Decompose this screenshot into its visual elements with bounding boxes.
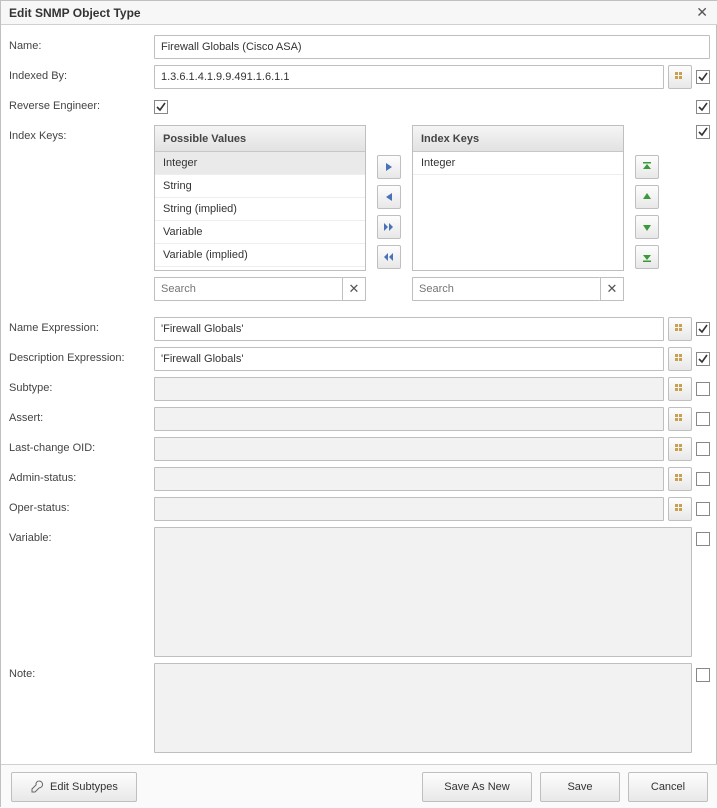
subtype-browse-button[interactable] — [668, 377, 692, 401]
oper-status-checkbox[interactable] — [696, 502, 710, 516]
window-title: Edit SNMP Object Type — [9, 6, 141, 20]
possible-values-search[interactable] — [154, 277, 342, 301]
name-label: Name: — [9, 35, 154, 52]
indexed-by-label: Indexed By: — [9, 65, 154, 82]
index-keys-panel: Index Keys Integer — [412, 125, 624, 271]
last-change-oid-field — [154, 437, 664, 461]
footer: Edit Subtypes Save As New Save Cancel — [1, 764, 717, 808]
last-change-oid-label: Last-change OID: — [9, 437, 154, 454]
admin-status-field — [154, 467, 664, 491]
note-checkbox[interactable] — [696, 668, 710, 682]
indexed-by-browse-button[interactable] — [668, 65, 692, 89]
index-keys-checkbox[interactable] — [696, 125, 710, 139]
move-left-button[interactable] — [377, 185, 401, 209]
list-item[interactable]: Integer — [413, 152, 623, 175]
list-item[interactable]: Variable — [155, 221, 365, 244]
index-keys-header: Index Keys — [413, 126, 623, 152]
move-top-button[interactable] — [635, 155, 659, 179]
list-item[interactable]: String (implied) — [155, 198, 365, 221]
name-field[interactable] — [154, 35, 710, 59]
description-expression-checkbox[interactable] — [696, 352, 710, 366]
name-expression-browse-button[interactable] — [668, 317, 692, 341]
clear-search-icon[interactable]: ✕ — [342, 277, 366, 301]
index-keys-search[interactable] — [412, 277, 600, 301]
last-change-oid-checkbox[interactable] — [696, 442, 710, 456]
move-up-button[interactable] — [635, 185, 659, 209]
indexed-by-checkbox[interactable] — [696, 70, 710, 84]
description-expression-label: Description Expression: — [9, 347, 154, 364]
index-keys-label: Index Keys: — [9, 125, 154, 142]
possible-values-panel: Possible Values Integer String String (i… — [154, 125, 366, 271]
close-icon[interactable]: ✕ — [692, 4, 712, 21]
note-field — [154, 663, 692, 753]
list-item[interactable]: Integer — [155, 152, 365, 175]
index-keys-list[interactable]: Integer — [413, 152, 623, 270]
note-label: Note: — [9, 663, 154, 680]
indexed-by-field[interactable] — [154, 65, 664, 89]
admin-status-label: Admin-status: — [9, 467, 154, 484]
assert-browse-button[interactable] — [668, 407, 692, 431]
subtype-field — [154, 377, 664, 401]
admin-status-browse-button[interactable] — [668, 467, 692, 491]
assert-field — [154, 407, 664, 431]
name-expression-field[interactable] — [154, 317, 664, 341]
list-item[interactable]: Variable (implied) — [155, 244, 365, 267]
oper-status-browse-button[interactable] — [668, 497, 692, 521]
variable-field — [154, 527, 692, 657]
subtype-checkbox[interactable] — [696, 382, 710, 396]
last-change-oid-browse-button[interactable] — [668, 437, 692, 461]
cancel-button[interactable]: Cancel — [628, 772, 708, 802]
titlebar: Edit SNMP Object Type ✕ — [1, 1, 717, 25]
move-bottom-button[interactable] — [635, 245, 659, 269]
possible-values-list[interactable]: Integer String String (implied) Variable… — [155, 152, 365, 270]
name-expression-checkbox[interactable] — [696, 322, 710, 336]
clear-search-icon[interactable]: ✕ — [600, 277, 624, 301]
move-all-left-button[interactable] — [377, 245, 401, 269]
list-item[interactable]: String — [155, 175, 365, 198]
wrench-icon — [30, 780, 44, 794]
assert-label: Assert: — [9, 407, 154, 424]
move-down-button[interactable] — [635, 215, 659, 239]
description-expression-field[interactable] — [154, 347, 664, 371]
move-right-button[interactable] — [377, 155, 401, 179]
variable-label: Variable: — [9, 527, 154, 544]
reverse-engineer-checkbox-right[interactable] — [696, 100, 710, 114]
edit-subtypes-button[interactable]: Edit Subtypes — [11, 772, 137, 802]
subtype-label: Subtype: — [9, 377, 154, 394]
description-expression-browse-button[interactable] — [668, 347, 692, 371]
index-keys-picker: Possible Values Integer String String (i… — [154, 125, 692, 301]
name-expression-label: Name Expression: — [9, 317, 154, 334]
reverse-engineer-label: Reverse Engineer: — [9, 95, 154, 112]
edit-subtypes-label: Edit Subtypes — [50, 781, 118, 793]
admin-status-checkbox[interactable] — [696, 472, 710, 486]
oper-status-field — [154, 497, 664, 521]
variable-checkbox[interactable] — [696, 532, 710, 546]
oper-status-label: Oper-status: — [9, 497, 154, 514]
assert-checkbox[interactable] — [696, 412, 710, 426]
reverse-engineer-checkbox-left[interactable] — [154, 100, 168, 114]
save-as-new-button[interactable]: Save As New — [422, 772, 532, 802]
save-button[interactable]: Save — [540, 772, 620, 802]
move-all-right-button[interactable] — [377, 215, 401, 239]
possible-values-header: Possible Values — [155, 126, 365, 152]
